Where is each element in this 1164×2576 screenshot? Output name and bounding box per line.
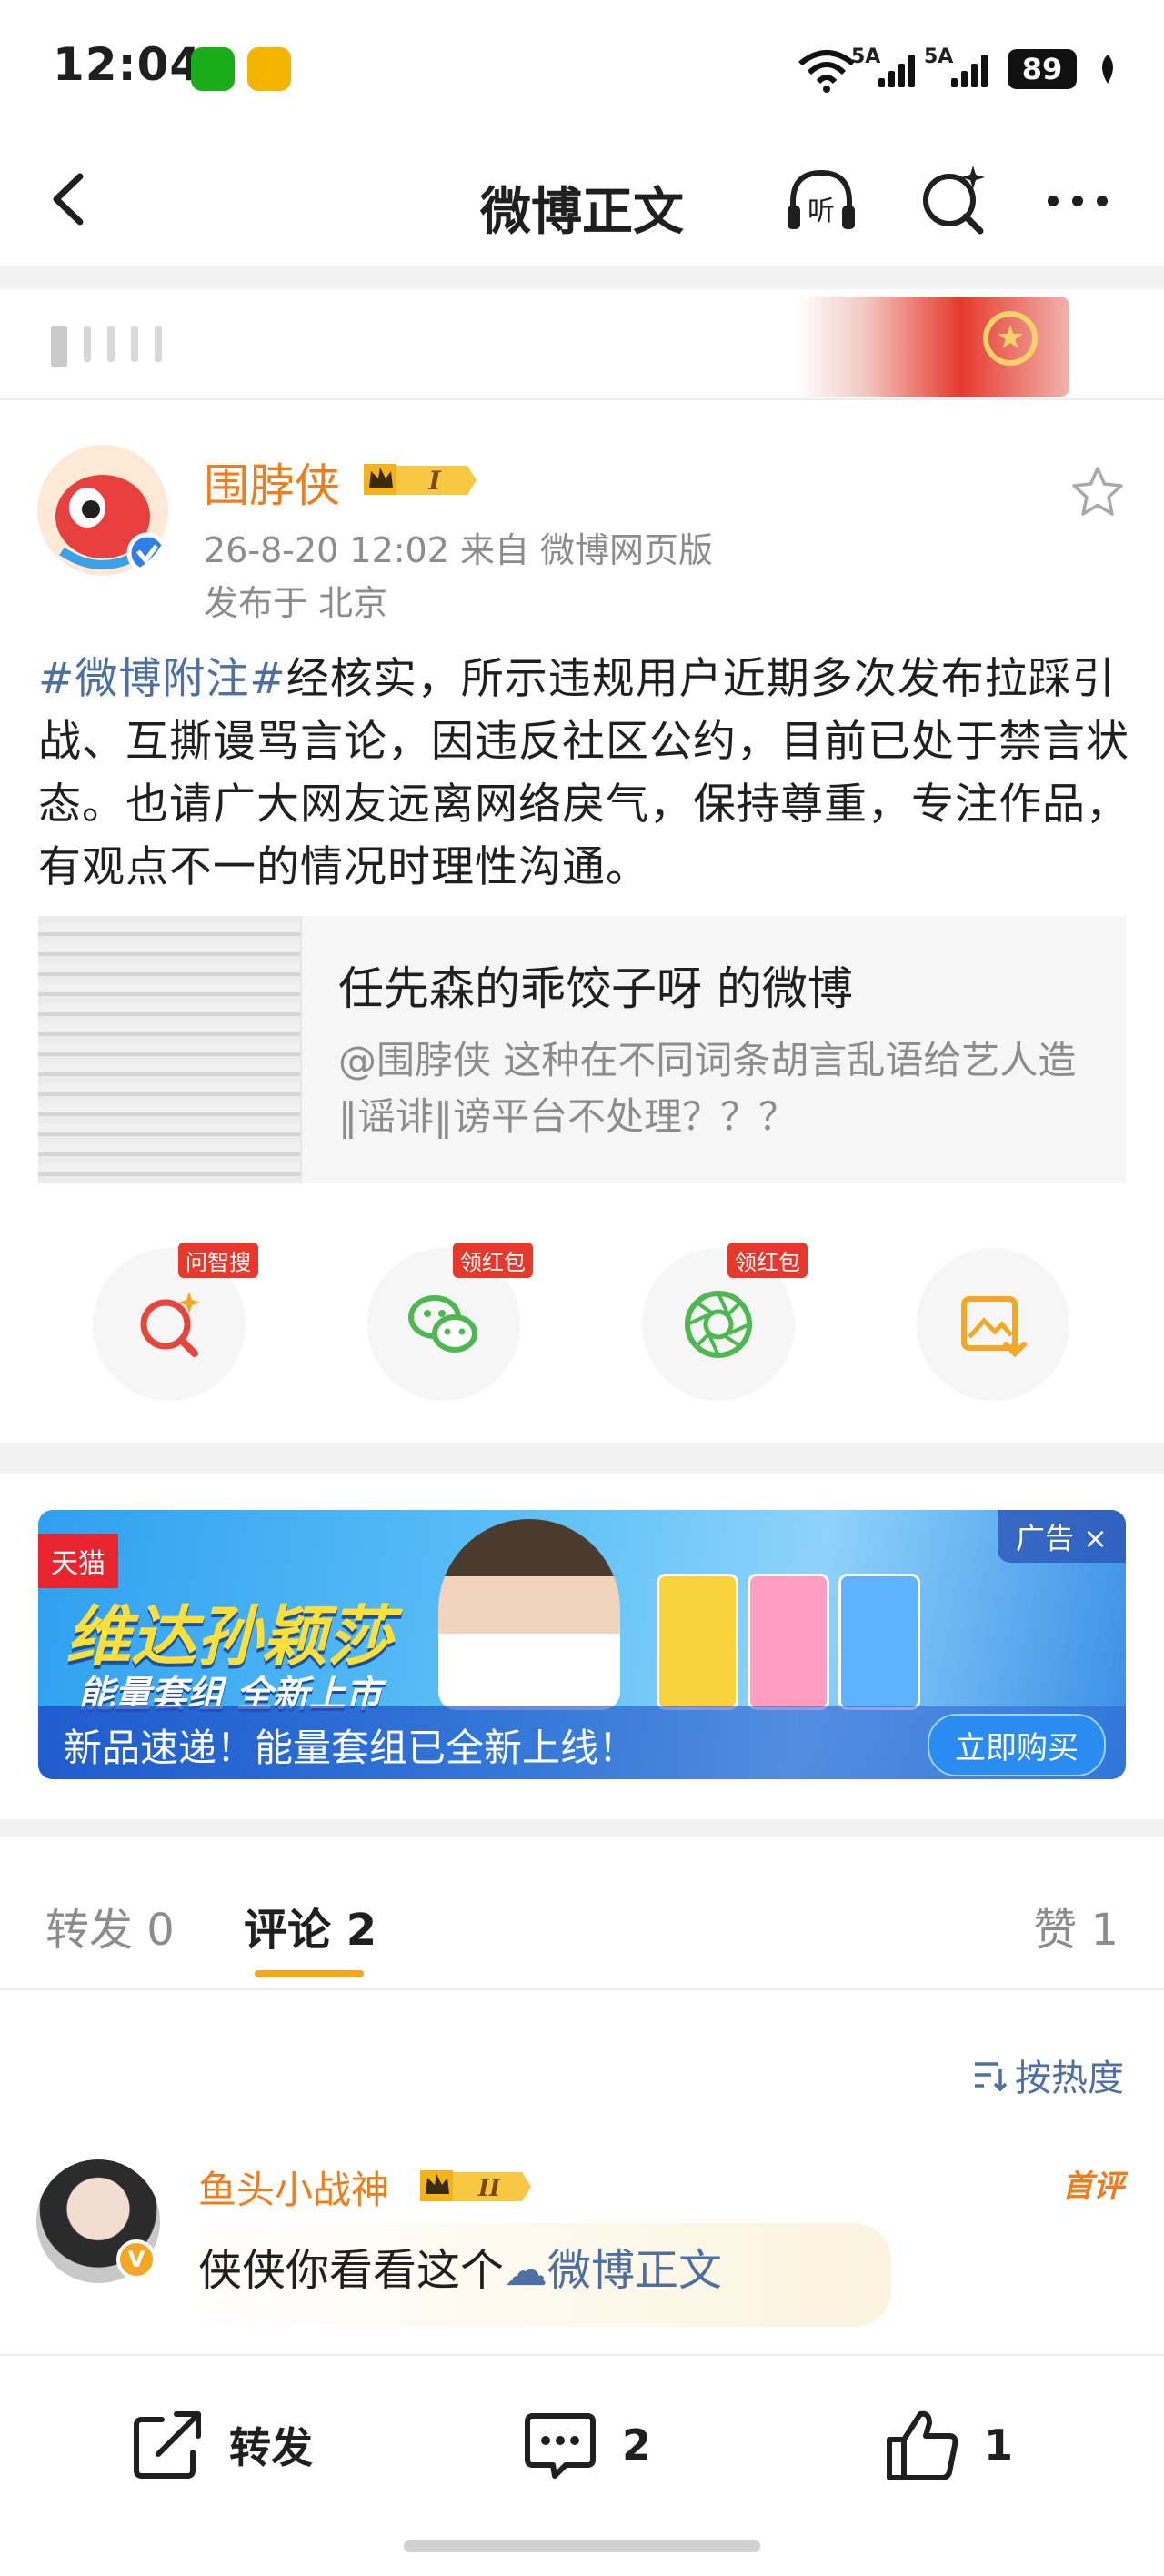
signal-1-icon: 5A (851, 45, 915, 87)
ad-product-image (657, 1574, 738, 1710)
ad-slogan: 新品速递！能量套组已全新上线！ (64, 1726, 637, 1770)
tab-forwards[interactable]: 转发 0 (45, 1894, 175, 1957)
comment-text: 侠侠你看看这个☁微博正文 (198, 2234, 722, 2298)
svg-text:听: 听 (808, 196, 835, 227)
quoted-post-card[interactable]: 任先森的乖饺子呀 的微博 @围脖侠 这种在不同词条胡言乱语给艺人造‖谣诽‖谤平台… (38, 916, 1126, 1183)
tmall-label: 天猫 (38, 1534, 118, 1588)
like-count: 1 (984, 2420, 1014, 2470)
post-tabs: 转发 0 评论 2 赞 1 (0, 1837, 1164, 1990)
post-location: 发布于 北京 (204, 583, 388, 623)
save-image-button[interactable] (917, 1248, 1069, 1401)
thumbs-up-icon (887, 2410, 958, 2480)
like-button[interactable]: 1 (880, 2403, 1013, 2487)
more-icon[interactable] (1037, 160, 1119, 242)
header-banner: ★ (0, 289, 1164, 400)
image-download-icon (961, 1296, 1027, 1358)
moments-aperture-icon (685, 1291, 752, 1358)
buy-now-button[interactable]: 立即购买 (928, 1714, 1106, 1776)
action-badge: 领红包 (453, 1243, 533, 1278)
tab-likes[interactable]: 赞 1 (1033, 1894, 1119, 1957)
star-favorite-icon[interactable] (1069, 464, 1126, 520)
action-badge: 问智搜 (178, 1243, 258, 1278)
divider (0, 1819, 1164, 1837)
search-sparkle-icon[interactable] (913, 160, 995, 242)
wechat-share-button[interactable]: 领红包 (367, 1243, 533, 1401)
verified-badge: V (116, 2239, 156, 2279)
forward-label: 转发 (229, 2423, 313, 2472)
signal-2-icon: 5A (924, 45, 988, 87)
ad-close-label[interactable]: 广告 × (998, 1510, 1126, 1563)
tab-comments[interactable]: 评论 2 (244, 1894, 376, 1957)
quoted-title: 任先森的乖饺子呀 的微博 (338, 962, 853, 1015)
ad-product-image (838, 1574, 920, 1710)
comment-count: 2 (622, 2420, 652, 2470)
wechat-icon (191, 47, 235, 91)
ad-person-image (438, 1519, 620, 1710)
leaf-icon (1102, 55, 1113, 84)
author-avatar[interactable] (35, 442, 171, 579)
comment-link[interactable]: ☁微博正文 (504, 2245, 722, 2296)
sort-by-hot-button[interactable]: 按热度 (971, 2048, 1124, 2101)
moments-share-button[interactable]: 领红包 (642, 1243, 808, 1401)
quoted-text: @围脖侠 这种在不同词条胡言乱语给艺人造‖谣诽‖谤平台不处理？？？ (338, 1038, 1077, 1139)
flag-banner-image: ★ (797, 297, 1069, 397)
post-content: #微博附注#经核实，所示违规用户近期多次发布拉踩引战、互撕谩骂言论，因违反社区公… (38, 648, 1129, 899)
forward-button[interactable]: 转发 (125, 2403, 313, 2487)
topic-tag[interactable]: #微博附注# (38, 654, 286, 704)
emblem-icon: ★ (983, 311, 1038, 366)
vip-crown-badge: I (364, 464, 477, 496)
status-right: 5A 5A 89 (795, 45, 1119, 93)
active-tab-indicator (255, 1970, 364, 1977)
top-nav: 微博正文 听 (0, 136, 1164, 266)
post-meta: 26-8-20 12:02 来自 微博网页版 (204, 530, 714, 570)
svg-text:I: I (427, 466, 441, 496)
banner-decoration (51, 326, 162, 367)
divider (0, 1443, 1164, 1474)
action-badge: 领红包 (728, 1243, 808, 1278)
ask-search-button[interactable]: 问智搜 (93, 1243, 258, 1401)
vip-crown-badge: II (420, 2170, 531, 2202)
status-time: 12:04 (53, 38, 203, 91)
sort-label: 按热度 (1015, 2058, 1124, 2099)
weibo-icon (247, 47, 291, 91)
sort-icon (975, 2062, 1008, 2092)
headphones-listen-icon[interactable]: 听 (780, 160, 862, 242)
quoted-thumbnail-image (38, 916, 302, 1183)
ai-search-icon (140, 1292, 200, 1357)
battery-indicator: 89 (1008, 49, 1077, 89)
svg-text:II: II (477, 2175, 501, 2202)
comment-body: 侠侠你看看这个 (198, 2245, 505, 2296)
comment-button[interactable]: 2 (518, 2403, 651, 2487)
ad-product-image (748, 1574, 829, 1710)
wechat-icon (408, 1295, 477, 1353)
ad-bottom-strip: 新品速递！能量套组已全新上线！ 立即购买 (38, 1706, 1126, 1779)
share-forward-icon (134, 2411, 201, 2479)
home-indicator[interactable] (404, 2540, 760, 2552)
author-name[interactable]: 围脖侠 (204, 449, 340, 515)
ad-banner[interactable]: 天猫 维达孙颖莎 能量套组 全新上市 新品速递！能量套组已全新上线！ 立即购买 … (38, 1510, 1126, 1779)
divider (0, 266, 1164, 289)
comment-icon (525, 2413, 596, 2479)
commenter-name[interactable]: 鱼头小战神 (198, 2159, 389, 2215)
status-bar: 12:04 5A 5A 89 (0, 0, 1164, 136)
first-comment-badge: 首评 (1062, 2168, 1124, 2205)
wifi-icon (798, 50, 855, 93)
